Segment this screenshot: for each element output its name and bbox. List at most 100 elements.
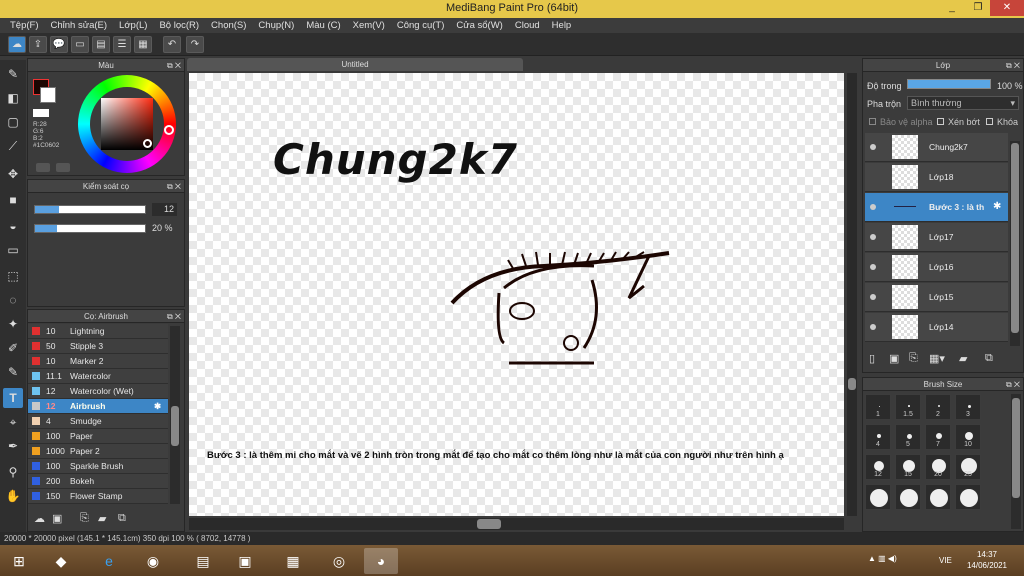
color-mode-icon[interactable] [56, 163, 70, 172]
visibility-icon[interactable] [870, 144, 876, 150]
brush-size-preset[interactable]: 7 [925, 424, 951, 450]
upload-icon[interactable]: ⇪ [29, 36, 47, 53]
refresh-app-icon[interactable]: ◎ [322, 548, 356, 574]
transparent-color-swatch[interactable] [33, 109, 49, 117]
line-tool-icon[interactable]: ⟋ [3, 136, 23, 156]
canvas-horizontal-scrollbar[interactable] [189, 518, 844, 530]
brush-tool-icon[interactable]: ✎ [3, 64, 23, 84]
brush-list-item[interactable]: 12 Watercolor (Wet) [28, 384, 168, 399]
brush-size-slider[interactable] [34, 205, 146, 214]
hand-tool-icon[interactable]: ✋ [3, 486, 23, 506]
maximize-button[interactable]: ❐ [964, 0, 992, 16]
eraser-tool-icon[interactable]: ◧ [3, 88, 23, 108]
file-explorer-icon[interactable]: ▤ [186, 548, 220, 574]
medibang-taskbar-icon[interactable]: ◕ [364, 548, 398, 574]
layer-item[interactable]: Chung2k7 [865, 133, 1008, 162]
brush-list-item[interactable]: 200 Bokeh [28, 474, 168, 489]
protect-alpha-checkbox[interactable] [869, 118, 876, 125]
chrome-icon[interactable]: ◉ [136, 548, 170, 574]
visibility-icon[interactable] [870, 264, 876, 270]
redo-icon[interactable]: ↷ [186, 36, 204, 53]
panel-close-icon[interactable]: ⧉ ✕ [1006, 378, 1020, 391]
brush-list-item[interactable]: 150 Flower Stamp [28, 489, 168, 504]
grid-icon[interactable]: ▦ [134, 36, 152, 53]
brush-size-preset[interactable]: 4 [865, 424, 891, 450]
presentation-app-icon[interactable]: ▣ [228, 548, 262, 574]
lock-checkbox[interactable] [986, 118, 993, 125]
hue-marker[interactable] [164, 125, 174, 135]
brush-list-item[interactable]: 10 Marker 2 [28, 354, 168, 369]
copy-layer-icon[interactable]: ⎘ [909, 352, 918, 365]
new-halftone-layer-icon[interactable]: ▣ [889, 352, 899, 365]
add-brush-icon[interactable]: ▣ [52, 512, 62, 525]
move-tool-icon[interactable]: ✥ [3, 164, 23, 184]
menu-capture[interactable]: Chụp(N) [252, 18, 300, 33]
brush-folder-icon[interactable]: ▰ [98, 512, 106, 525]
text-tool-icon[interactable]: T [3, 388, 23, 408]
brush-size-scrollbar[interactable] [1011, 394, 1021, 529]
menu-tools[interactable]: Công cụ(T) [391, 18, 451, 33]
brush-size-preset[interactable] [955, 484, 981, 510]
brush-size-preset[interactable]: 15 [895, 454, 921, 480]
layer-list-scrollbar[interactable] [1010, 141, 1020, 346]
sub-color-swatch[interactable] [40, 87, 56, 103]
undo-icon[interactable]: ↶ [163, 36, 181, 53]
brush-list-item[interactable]: 50 Stipple 3 [28, 339, 168, 354]
menu-view[interactable]: Xem(V) [347, 18, 391, 33]
visibility-icon[interactable] [870, 294, 876, 300]
layer-item[interactable]: Lớp16 [865, 253, 1008, 282]
bucket-tool-icon[interactable]: ◒ [3, 216, 23, 236]
layer-item[interactable]: Lớp14 [865, 313, 1008, 342]
visibility-icon[interactable] [870, 324, 876, 330]
brush-size-preset[interactable]: 12 [865, 454, 891, 480]
brush-size-preset[interactable] [865, 484, 891, 510]
panel-close-icon[interactable]: ⧉ ✕ [167, 59, 181, 72]
add-layer-menu-icon[interactable]: ▦▾ [929, 352, 945, 365]
lasso-tool-icon[interactable]: ◌ [3, 290, 23, 310]
dropper-tool-icon[interactable]: ✒ [3, 436, 23, 456]
bluestacks-icon[interactable]: ◆ [44, 548, 78, 574]
page-icon[interactable]: ▤ [92, 36, 110, 53]
clock[interactable]: 14:37 14/06/2021 [962, 549, 1012, 571]
menu-window[interactable]: Cửa sổ(W) [450, 18, 508, 33]
select-pen-icon[interactable]: ✐ [3, 338, 23, 358]
panel-close-icon[interactable]: ⧉ ✕ [167, 180, 181, 193]
brush-size-preset[interactable]: 10 [955, 424, 981, 450]
fill-shape-tool-icon[interactable]: ■ [3, 190, 23, 210]
brush-list-item[interactable]: 100 Paper [28, 429, 168, 444]
brush-size-preset[interactable]: 3 [955, 394, 981, 420]
hue-wheel[interactable] [78, 75, 176, 173]
eyedropper-icon[interactable]: ⚲ [3, 462, 23, 482]
layer-item[interactable]: Lớp17 [865, 223, 1008, 252]
menu-color[interactable]: Màu (C) [300, 18, 346, 33]
brush-list-item[interactable]: 10 Lightning [28, 324, 168, 339]
brush-list-item[interactable]: 1000 Paper 2 [28, 444, 168, 459]
comment-icon[interactable]: 💬 [50, 36, 68, 53]
new-layer-icon[interactable]: ▯ [869, 352, 875, 365]
visibility-icon[interactable] [870, 234, 876, 240]
brush-list-item[interactable]: 100 Sparkle Brush [28, 459, 168, 474]
brush-settings-icon[interactable]: ✱ [154, 399, 161, 413]
brush-size-preset[interactable]: 5 [895, 424, 921, 450]
brush-size-preset[interactable] [895, 484, 921, 510]
brush-list-item[interactable]: 12 Airbrush ✱ [28, 399, 168, 414]
menu-filter[interactable]: Bộ lọc(R) [153, 18, 205, 33]
menu-select[interactable]: Chọn(S) [205, 18, 252, 33]
brush-size-preset[interactable]: 1 [865, 394, 891, 420]
magic-wand-icon[interactable]: ✦ [3, 314, 23, 334]
add-color-icon[interactable] [36, 163, 50, 172]
select-eraser-icon[interactable]: ✎ [3, 362, 23, 382]
language-indicator[interactable]: VIE [939, 556, 952, 565]
brush-duplicate-icon[interactable]: ⧉ [118, 512, 126, 525]
brush-opacity-slider[interactable] [34, 224, 146, 233]
copy-brush-icon[interactable]: ⎘ [80, 512, 89, 525]
minimize-button[interactable]: _ [938, 0, 966, 16]
list-icon[interactable]: ☰ [113, 36, 131, 53]
layer-opacity-slider[interactable] [907, 79, 991, 89]
brush-size-preset[interactable] [925, 484, 951, 510]
merge-layer-icon[interactable]: ⧉ [985, 352, 993, 365]
panel-close-icon[interactable]: ⧉ ✕ [1006, 59, 1020, 72]
panel-close-icon[interactable]: ⧉ ✕ [167, 310, 181, 323]
layer-item[interactable]: Lớp15 [865, 283, 1008, 312]
operation-tool-icon[interactable]: ⌖ [3, 412, 23, 432]
